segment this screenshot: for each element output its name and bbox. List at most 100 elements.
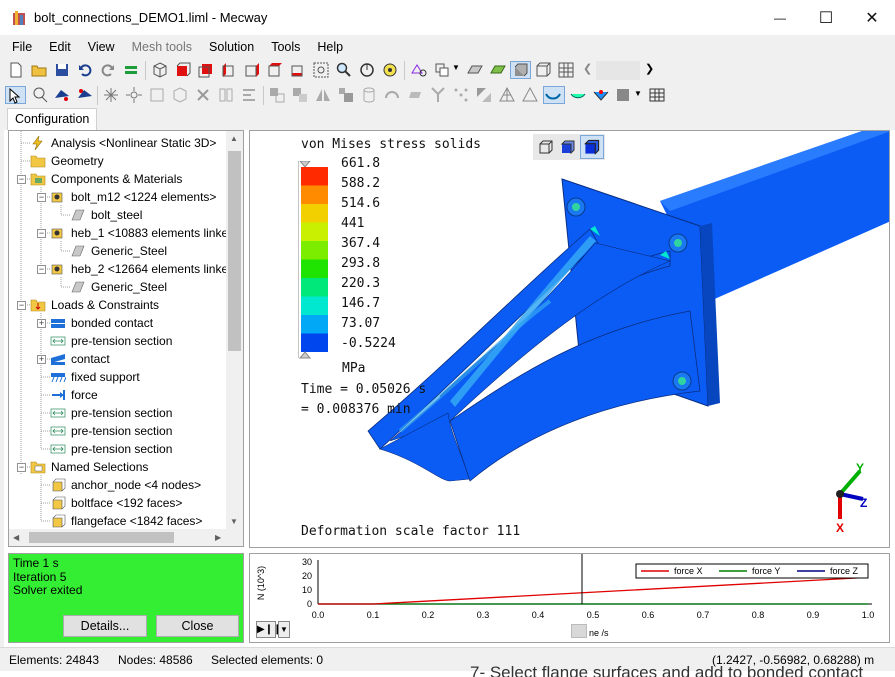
tab-configuration[interactable]: Configuration [7, 108, 98, 130]
extrude-icon[interactable] [406, 86, 424, 104]
tree-item[interactable]: − bolt_m12 <1224 elements> [37, 188, 216, 206]
view-solid-cube-icon[interactable] [558, 137, 578, 157]
select-nodes-icon[interactable] [53, 86, 71, 104]
align-icon[interactable] [240, 86, 258, 104]
tree-item[interactable]: force [50, 386, 98, 404]
animation-dropdown-button[interactable]: ▼ [278, 621, 290, 638]
scroll-down-icon[interactable]: ▼ [230, 517, 238, 526]
contour-icon[interactable] [592, 86, 610, 104]
rotate-icon[interactable] [358, 61, 376, 79]
tree-item[interactable]: bolt_steel [70, 206, 142, 224]
collapse-icon[interactable]: − [17, 174, 26, 184]
close-window-button[interactable]: ✕ [849, 0, 895, 36]
configuration-tree[interactable]: Analysis <Nonlinear Static 3D> Geometry − C… [8, 130, 244, 547]
view-right-icon[interactable] [243, 61, 261, 79]
view-shaded-cube-icon[interactable] [580, 135, 604, 159]
tree-item[interactable]: − Loads & Constraints [17, 296, 159, 314]
triangle-icon[interactable] [521, 86, 539, 104]
close-button[interactable]: Close [156, 615, 239, 637]
toolbar-scroll-left-icon[interactable]: ❮ [583, 62, 592, 75]
collapse-icon[interactable]: − [37, 192, 46, 202]
collapse-icon[interactable]: − [17, 300, 26, 310]
lasso-select-icon[interactable] [31, 86, 49, 104]
zoom-icon[interactable] [335, 61, 353, 79]
play-pause-button[interactable]: ▶❙❙ [256, 621, 281, 638]
reflect-icon[interactable] [314, 86, 332, 104]
split-icon[interactable] [429, 86, 447, 104]
table-icon[interactable] [648, 86, 666, 104]
scale-icon[interactable] [337, 86, 355, 104]
tree-item[interactable]: pre-tension section [50, 440, 172, 458]
tree-item[interactable]: − Components & Materials [17, 170, 182, 188]
explode-icon[interactable] [102, 86, 120, 104]
wireframe-icon[interactable] [534, 61, 552, 79]
display-dropdown-arrow[interactable]: ▼ [452, 63, 460, 72]
scroll-right-icon[interactable]: ▶ [215, 533, 221, 542]
time-slider-thumb[interactable] [571, 624, 587, 638]
tree-item[interactable]: Analysis <Nonlinear Static 3D> [30, 134, 216, 152]
details-button[interactable]: Details... [63, 615, 147, 637]
menu-view[interactable]: View [88, 40, 115, 54]
mesh-check-icon[interactable] [410, 61, 428, 79]
collapse-icon[interactable]: − [17, 462, 26, 472]
mirror-icon[interactable] [217, 86, 235, 104]
tree-item[interactable]: − heb_1 <10883 elements linke [37, 224, 228, 242]
undo-icon[interactable] [76, 61, 94, 79]
solve-icon[interactable] [122, 61, 140, 79]
collapse-icon[interactable]: − [37, 228, 46, 238]
cube-icon[interactable] [171, 86, 189, 104]
triangle-mesh-icon[interactable] [498, 86, 516, 104]
tree-item[interactable]: flangeface <1842 faces> [50, 512, 202, 530]
fit-view-icon[interactable] [381, 61, 399, 79]
tree-vertical-scrollbar[interactable]: ▲ ▼ [226, 131, 243, 531]
scroll-up-icon[interactable]: ▲ [230, 134, 238, 143]
tree-item[interactable]: pre-tension section [50, 404, 172, 422]
open-folder-icon[interactable] [30, 61, 48, 79]
view-wire-cube-icon[interactable] [536, 137, 556, 157]
deformed-shape-icon[interactable] [569, 86, 587, 104]
tree-item[interactable]: boltface <192 faces> [50, 494, 182, 512]
view-back-icon[interactable] [197, 61, 215, 79]
move-icon[interactable] [268, 86, 286, 104]
minimize-button[interactable]: — [757, 0, 803, 36]
tree-item[interactable]: Generic_Steel [70, 242, 167, 260]
collapse-icon[interactable]: − [37, 264, 46, 274]
results-dropdown-arrow[interactable]: ▼ [634, 89, 642, 98]
toolbar-scroll-right-icon[interactable]: ❯ [645, 62, 654, 75]
zoom-box-icon[interactable] [312, 61, 330, 79]
menu-tools[interactable]: Tools [271, 40, 300, 54]
tree-item[interactable]: Geometry [30, 152, 104, 170]
view-bottom-icon[interactable] [289, 61, 307, 79]
revolve-icon[interactable] [383, 86, 401, 104]
tree-item[interactable]: Generic_Steel [70, 278, 167, 296]
menu-mesh-tools[interactable]: Mesh tools [132, 40, 192, 54]
results-options-icon[interactable] [614, 86, 632, 104]
solid-view-icon[interactable] [510, 61, 531, 79]
tree-item[interactable]: − Named Selections [17, 458, 148, 476]
mesh-grid-icon[interactable] [557, 61, 575, 79]
view-iso-icon[interactable] [151, 61, 169, 79]
scroll-left-icon[interactable]: ◀ [13, 533, 19, 542]
refine-icon[interactable] [475, 86, 493, 104]
menu-edit[interactable]: Edit [49, 40, 71, 54]
expand-icon[interactable]: + [37, 354, 46, 364]
maximize-button[interactable]: ☐ [803, 0, 849, 36]
tree-item[interactable]: pre-tension section [50, 422, 172, 440]
menu-solution[interactable]: Solution [209, 40, 254, 54]
view-front-icon[interactable] [174, 61, 192, 79]
tree-item[interactable]: + contact [37, 350, 110, 368]
delete-icon[interactable] [194, 86, 212, 104]
display-options-icon[interactable] [433, 61, 451, 79]
tree-item[interactable]: + bonded contact [37, 314, 153, 332]
save-icon[interactable] [53, 61, 71, 79]
select-pointer-icon[interactable] [5, 86, 26, 104]
cylinder-icon[interactable] [360, 86, 378, 104]
tree-item[interactable]: anchor_node <4 nodes> [50, 476, 201, 494]
view-top-icon[interactable] [266, 61, 284, 79]
tree-vertical-scroll-thumb[interactable] [228, 151, 241, 351]
surface-icon[interactable] [466, 61, 484, 79]
view-left-icon[interactable] [220, 61, 238, 79]
nodes-scatter-icon[interactable] [452, 86, 470, 104]
sparkle-icon[interactable] [125, 86, 143, 104]
new-file-icon[interactable] [7, 61, 25, 79]
